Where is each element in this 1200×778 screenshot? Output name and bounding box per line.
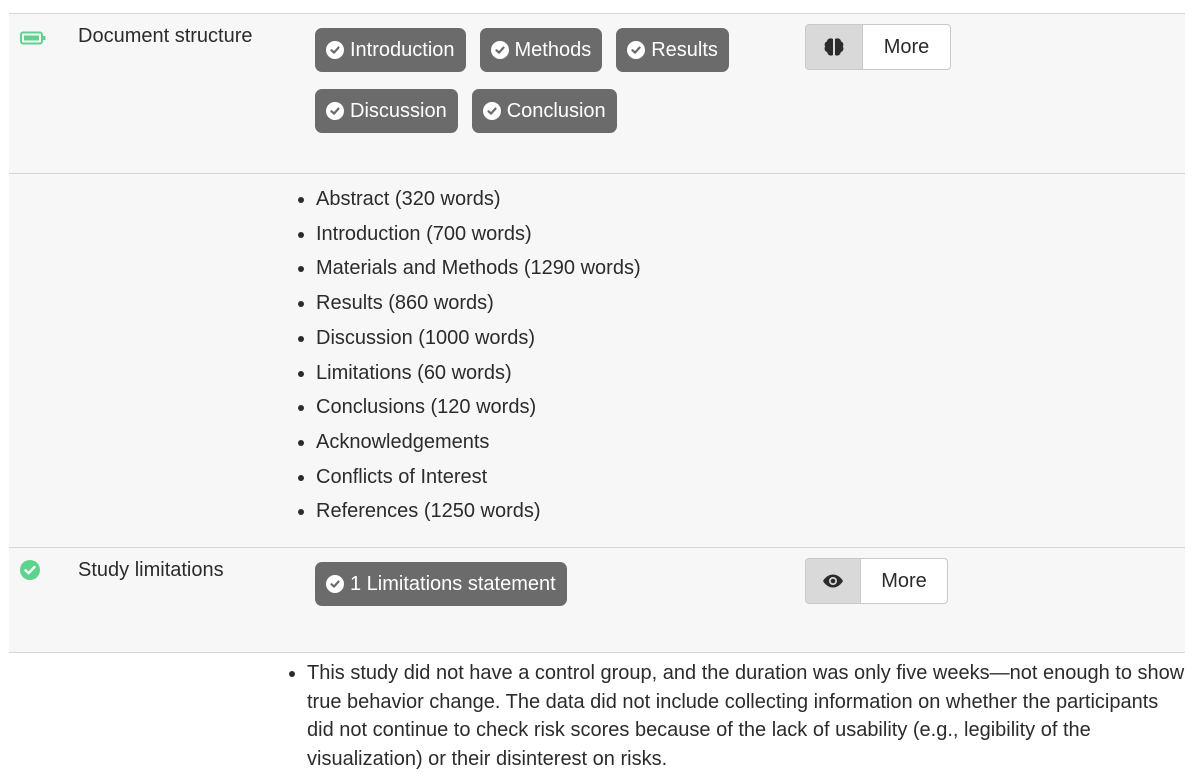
more-label: More <box>881 569 927 592</box>
list-item: Abstract (320 words) <box>316 182 641 217</box>
list-item: Materials and Methods (1290 words) <box>316 251 641 286</box>
list-item: Acknowledgements <box>316 425 641 460</box>
limitations-tags: 1 Limitations statement <box>315 562 755 623</box>
list-item: Conclusions (120 words) <box>316 390 641 425</box>
tag-label: Results <box>651 38 718 61</box>
list-item: Discussion (1000 words) <box>316 321 641 356</box>
battery-icon <box>20 31 46 50</box>
check-icon <box>326 41 344 59</box>
word-count-list: Abstract (320 words) Introduction (700 w… <box>294 182 641 529</box>
tag-label: 1 Limitations statement <box>350 572 556 595</box>
limitations-statement: This study did not have a control group,… <box>307 659 1187 773</box>
tag-label: Introduction <box>350 38 455 61</box>
list-item: Results (860 words) <box>316 286 641 321</box>
tag-label: Conclusion <box>506 99 606 122</box>
tag-conclusion: Conclusion <box>471 89 617 133</box>
tag-results: Results <box>616 28 729 72</box>
list-item: Introduction (700 words) <box>316 217 641 252</box>
document-structure-row: Document structure Introduction Methods … <box>9 14 1185 174</box>
limitations-statement-list: This study did not have a control group,… <box>285 659 1187 773</box>
check-icon <box>326 575 344 593</box>
tag-label: Methods <box>514 38 592 61</box>
eye-icon <box>806 559 861 603</box>
list-item: Conflicts of Interest <box>316 460 641 495</box>
word-count-row: Abstract (320 words) Introduction (700 w… <box>9 174 1185 548</box>
tag-limitations-statement: 1 Limitations statement <box>315 562 567 606</box>
list-item: References (1250 words) <box>316 494 641 529</box>
check-icon <box>326 102 344 120</box>
study-limitations-label: Study limitations <box>78 559 224 581</box>
more-label: More <box>883 35 930 58</box>
check-icon <box>490 41 509 59</box>
check-icon <box>482 102 501 120</box>
tag-discussion: Discussion <box>315 89 458 133</box>
section-tags: Introduction Methods Results Discussion … <box>315 28 755 150</box>
list-item: Limitations (60 words) <box>316 356 641 391</box>
tag-methods: Methods <box>479 28 603 72</box>
study-limitations-row: Study limitations 1 Limitations statemen… <box>9 548 1185 653</box>
more-button-document-structure[interactable]: More <box>805 24 951 70</box>
more-button-study-limitations[interactable]: More <box>805 558 948 604</box>
check-icon <box>627 41 646 59</box>
check-circle-icon <box>20 560 40 585</box>
tag-label: Discussion <box>350 99 447 122</box>
document-structure-label: Document structure <box>78 25 253 47</box>
brain-icon <box>806 25 863 69</box>
tag-introduction: Introduction <box>315 28 466 72</box>
